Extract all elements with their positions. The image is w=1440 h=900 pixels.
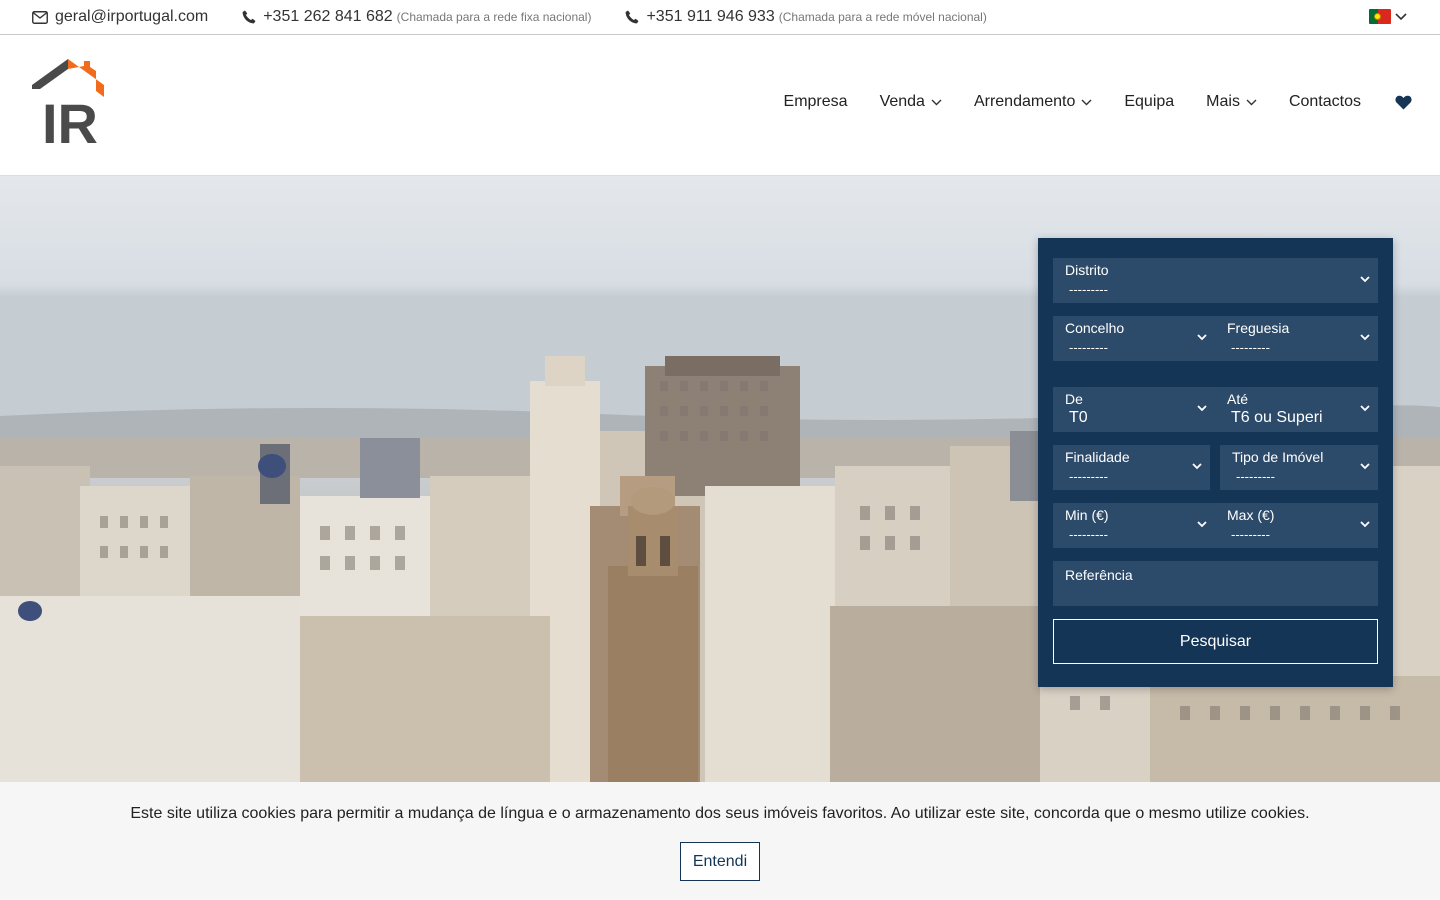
field-value: --------- <box>1069 527 1108 542</box>
max-price-select[interactable]: Max (€) --------- <box>1215 503 1378 548</box>
logo-text: IR <box>42 92 98 147</box>
chevron-down-icon <box>1197 521 1207 528</box>
chevron-down-icon <box>1360 521 1370 528</box>
logo[interactable]: IR <box>30 57 106 155</box>
chevron-down-icon <box>1360 405 1370 412</box>
nav-item-equipa[interactable]: Equipa <box>1124 93 1174 111</box>
nav-label: Contactos <box>1288 93 1361 110</box>
nav-label: Venda <box>879 93 925 110</box>
nav-label: Equipa <box>1124 93 1175 110</box>
phone-mobile-note: (Chamada para a rede móvel nacional) <box>778 10 987 24</box>
cookie-message: Este site utiliza cookies para permitir … <box>130 805 1310 822</box>
chevron-down-icon <box>1192 463 1202 470</box>
main-nav: Empresa Venda Arrendamento Equipa Mais C… <box>752 93 1412 111</box>
freguesia-select[interactable]: Freguesia --------- <box>1215 316 1378 361</box>
search-button[interactable]: Pesquisar <box>1053 619 1378 664</box>
portugal-flag-icon <box>1369 9 1391 24</box>
chevron-down-icon <box>1360 463 1370 470</box>
email-link[interactable]: geral@irportugal.com <box>32 8 208 26</box>
min-price-select[interactable]: Min (€) --------- <box>1053 503 1215 548</box>
field-label: Finalidade <box>1065 449 1130 465</box>
phone-fixed-text: +351 262 841 682 <box>263 8 393 25</box>
tipologia-ate-select[interactable]: Até T6 ou Superi <box>1215 387 1378 432</box>
property-search-panel: Distrito --------- Concelho --------- Fr… <box>1038 238 1393 687</box>
chevron-down-icon <box>1246 99 1257 105</box>
heart-icon <box>1395 95 1412 109</box>
nav-label: Arrendamento <box>973 93 1076 110</box>
field-value: --------- <box>1069 469 1108 484</box>
field-label: Min (€) <box>1065 507 1109 523</box>
nav-item-mais[interactable]: Mais <box>1206 93 1257 111</box>
top-contact-bar: geral@irportugal.com +351 262 841 682 (C… <box>0 0 1440 35</box>
concelho-select[interactable]: Concelho --------- <box>1053 316 1215 361</box>
tipologia-de-select[interactable]: De T0 <box>1053 387 1215 432</box>
field-label: Max (€) <box>1227 507 1275 523</box>
field-value: --------- <box>1069 340 1108 355</box>
ir-logo-icon: IR <box>32 59 104 155</box>
finalidade-select[interactable]: Finalidade --------- <box>1053 445 1210 490</box>
field-value: --------- <box>1069 282 1108 297</box>
email-text: geral@irportugal.com <box>55 8 209 25</box>
field-label: Referência <box>1065 567 1133 583</box>
nav-item-venda[interactable]: Venda <box>880 93 942 111</box>
field-value: --------- <box>1231 340 1270 355</box>
chevron-down-icon <box>931 99 942 105</box>
envelope-icon <box>32 10 48 24</box>
tipo-imovel-select[interactable]: Tipo de Imóvel --------- <box>1220 445 1378 490</box>
nav-item-empresa[interactable]: Empresa <box>784 93 848 111</box>
phone-mobile-text: +351 911 946 933 <box>646 8 775 25</box>
language-selector[interactable] <box>1369 9 1408 24</box>
field-label: De <box>1065 391 1083 407</box>
field-label: Tipo de Imóvel <box>1232 449 1324 465</box>
field-value: T0 <box>1069 409 1088 426</box>
nav-label: Mais <box>1206 93 1240 110</box>
phone-fixed-note: (Chamada para a rede fixa nacional) <box>396 10 592 24</box>
distrito-select[interactable]: Distrito --------- <box>1053 258 1378 303</box>
site-header: IR Empresa Venda Arrendamento Equipa Mai… <box>0 35 1440 176</box>
field-label: Até <box>1227 391 1249 407</box>
referencia-input[interactable]: Referência <box>1053 561 1378 606</box>
field-label: Freguesia <box>1227 320 1290 336</box>
phone-icon <box>242 10 256 24</box>
field-value: --------- <box>1231 527 1270 542</box>
phone-icon <box>626 10 639 24</box>
chevron-down-icon <box>1197 334 1207 341</box>
chevron-down-icon <box>1395 12 1407 20</box>
cookie-accept-button[interactable]: Entendi <box>680 842 760 881</box>
nav-label: Empresa <box>783 93 848 110</box>
chevron-down-icon <box>1360 276 1370 283</box>
cookie-banner: Este site utiliza cookies para permitir … <box>0 782 1440 900</box>
nav-item-arrendamento[interactable]: Arrendamento <box>974 93 1092 111</box>
field-label: Concelho <box>1065 320 1125 336</box>
chevron-down-icon <box>1081 99 1092 105</box>
phone-fixed-link[interactable]: +351 262 841 682 (Chamada para a rede fi… <box>242 8 591 26</box>
field-value: T6 ou Superi <box>1231 409 1323 426</box>
chevron-down-icon <box>1360 334 1370 341</box>
favorites-button[interactable] <box>1395 95 1412 110</box>
field-value: --------- <box>1236 469 1275 484</box>
nav-item-contactos[interactable]: Contactos <box>1289 93 1361 111</box>
chevron-down-icon <box>1197 405 1207 412</box>
phone-mobile-link[interactable]: +351 911 946 933 (Chamada para a rede mó… <box>625 8 987 26</box>
field-label: Distrito <box>1065 262 1109 278</box>
